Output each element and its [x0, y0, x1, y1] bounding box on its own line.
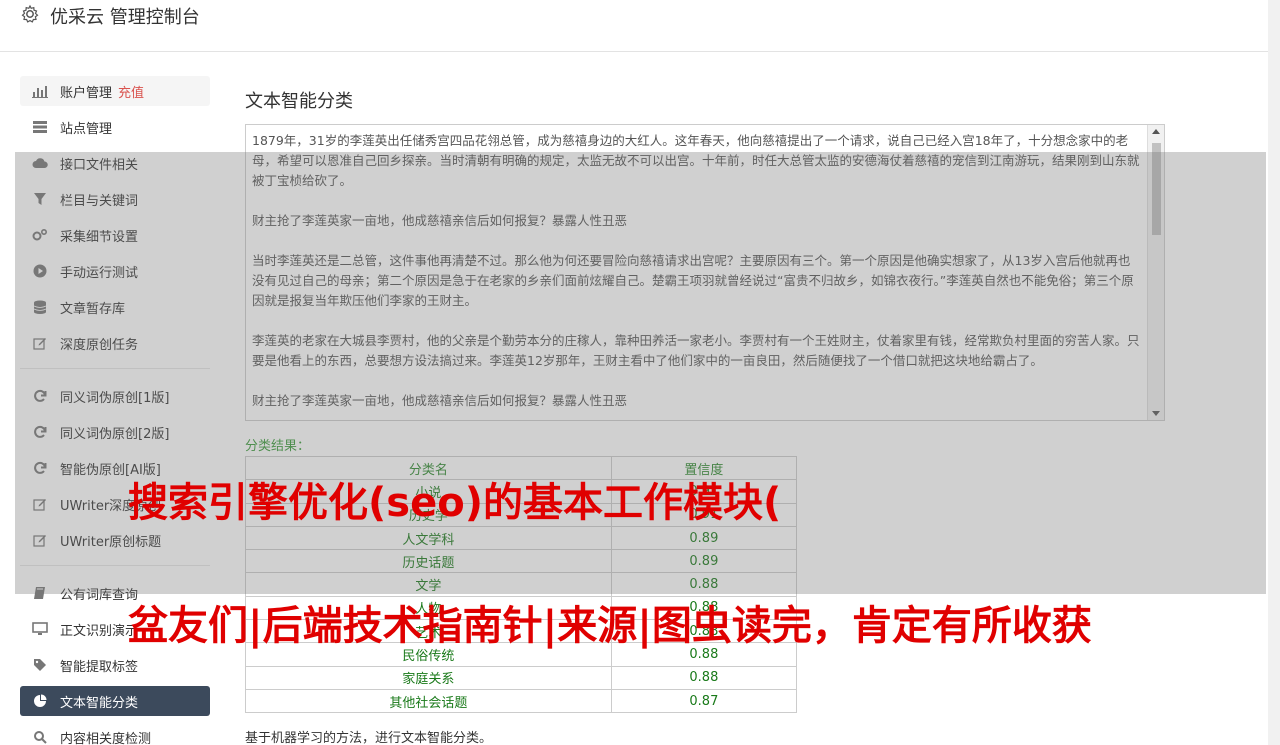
sidebar-item-article-storage[interactable]: 文章暂存库 — [20, 292, 210, 322]
watermark-line: 搜索引擎优化(seo)的基本工作模块( — [128, 480, 782, 526]
filter-icon — [32, 191, 48, 207]
page-title: 文本智能分类 — [245, 91, 353, 112]
bar-chart-icon — [32, 83, 48, 99]
category-cell: 人文学科 — [245, 525, 612, 551]
sidebar-item-text-classify[interactable]: 文本智能分类 — [20, 686, 210, 716]
sidebar-item-label: 站点管理 — [60, 121, 113, 137]
text-paragraph: 李莲英的老家在大城县李贾村，他的父亲是个勤劳本分的庄稼人，靠种田养活一家老小。李… — [252, 333, 1140, 368]
sidebar-item-label: 正文识别演示 — [60, 623, 139, 639]
sidebar-item-label: UWriter原创标题 — [60, 534, 162, 550]
category-cell: 历史话题 — [245, 549, 612, 574]
sidebar-item-label: 文章暂存库 — [60, 301, 126, 317]
description-note: 基于机器学习的方法，进行文本智能分类。 — [245, 731, 493, 745]
sidebar-item-columns-keywords[interactable]: 栏目与关键词 — [20, 184, 210, 214]
refresh-icon — [32, 460, 48, 476]
monitor-icon — [32, 621, 48, 637]
sidebar-item-manual-test[interactable]: 手动运行测试 — [20, 256, 210, 286]
edit-icon — [32, 496, 48, 512]
search-icon — [32, 729, 48, 745]
server-icon — [32, 119, 48, 135]
sidebar-item-interface-files[interactable]: 接口文件相关 — [20, 148, 210, 178]
scroll-thumb[interactable] — [1152, 143, 1161, 235]
edit-icon — [32, 335, 48, 351]
book-icon — [32, 585, 48, 601]
refresh-icon — [32, 388, 48, 404]
edit-icon — [32, 532, 48, 548]
text-input-area[interactable]: 1879年，31岁的李莲英出任储秀宫四品花翎总管，成为慈禧身边的大红人。这年春天… — [245, 124, 1165, 421]
play-circle-icon — [32, 263, 48, 279]
pie-chart-icon — [32, 693, 48, 709]
sidebar-item-label: 同义词伪原创[2版] — [60, 426, 170, 442]
sidebar-item-sites[interactable]: 站点管理 — [20, 112, 210, 142]
table-row: 其他社会话题 0.87 — [245, 688, 798, 714]
database-icon — [32, 299, 48, 315]
sidebar-item-synonym-v1[interactable]: 同义词伪原创[1版] — [20, 381, 210, 411]
cloud-upload-icon — [32, 155, 48, 171]
sidebar-item-label: 内容相关度检测 — [60, 731, 152, 745]
text-paragraph: 1879年，31岁的李莲英出任储秀宫四品花翎总管，成为慈禧身边的大红人。这年春天… — [252, 133, 1140, 188]
scroll-up-icon[interactable] — [1152, 129, 1160, 134]
page-scrollbar[interactable] — [1268, 0, 1280, 745]
sidebar-item-collect-settings[interactable]: 采集细节设置 — [20, 220, 210, 250]
refresh-icon — [32, 424, 48, 440]
sidebar-item-label: 文本智能分类 — [60, 695, 139, 711]
textarea-scrollbar[interactable] — [1147, 125, 1164, 420]
sidebar-item-label: 公有词库查询 — [60, 587, 139, 603]
sidebar-item-label: 智能提取标签 — [60, 659, 139, 675]
table-row: 历史话题 0.89 — [245, 549, 798, 574]
top-bar: 优采云 管理控制台 — [0, 0, 1268, 52]
watermark-line: 盆友们|后端技术指南针|来源|图虫读完，肯定有所收获 — [128, 603, 1092, 649]
sidebar-item-label: 深度原创任务 — [60, 337, 139, 353]
sidebar-item-relevance-check[interactable]: 内容相关度检测 — [20, 722, 210, 745]
main-content: 文本智能分类 — [245, 80, 1165, 113]
category-cell: 家庭关系 — [245, 665, 612, 690]
confidence-cell: 0.88 — [610, 665, 798, 690]
sidebar-item-synonym-v2[interactable]: 同义词伪原创[2版] — [20, 417, 210, 447]
sidebar-item-deep-original[interactable]: 深度原创任务 — [20, 328, 210, 358]
result-label: 分类结果： — [245, 439, 311, 454]
sidebar-item-label: 手动运行测试 — [60, 265, 139, 281]
text-paragraph: 当时李莲英还是二总管，这件事他再清楚不过。那么他为何还要冒险向慈禧请求出宫呢？主… — [252, 253, 1134, 308]
recharge-link[interactable]: 充值 — [118, 82, 144, 101]
confidence-cell: 0.89 — [610, 549, 798, 574]
text-paragraph: 财主抢了李莲英家一亩地，他成慈禧亲信后如何报复？暴露人性丑恶 — [252, 393, 628, 408]
text-input-content[interactable]: 1879年，31岁的李莲英出任储秀宫四品花翎总管，成为慈禧身边的大红人。这年春天… — [252, 131, 1140, 420]
sidebar-item-smart-tags[interactable]: 智能提取标签 — [20, 650, 210, 680]
scroll-down-icon[interactable] — [1152, 411, 1160, 416]
sidebar-item-account[interactable]: 账户管理 充值 — [20, 76, 210, 106]
sidebar-item-label: 栏目与关键词 — [60, 193, 139, 209]
sidebar-item-uwriter-title[interactable]: UWriter原创标题 — [20, 525, 210, 555]
sidebar-item-label: 同义词伪原创[1版] — [60, 390, 170, 406]
sidebar-item-label: 账户管理 — [60, 85, 113, 101]
table-row: 人文学科 0.89 — [245, 525, 798, 551]
category-cell: 其他社会话题 — [245, 688, 612, 714]
gear-icon — [21, 4, 39, 23]
cogs-icon — [32, 227, 48, 243]
sidebar-divider — [20, 368, 210, 369]
sidebar-divider — [20, 565, 210, 566]
console-title: 优采云 管理控制台 — [50, 7, 200, 28]
table-row: 家庭关系 0.88 — [245, 665, 798, 690]
text-paragraph: 财主抢了李莲英家一亩地，他成慈禧亲信后如何报复？暴露人性丑恶 — [252, 213, 628, 228]
sidebar-item-label: 接口文件相关 — [60, 157, 139, 173]
confidence-cell: 0.87 — [610, 688, 798, 714]
tag-icon — [32, 657, 48, 673]
sidebar-item-label: 采集细节设置 — [60, 229, 139, 245]
confidence-cell: 0.89 — [610, 525, 798, 551]
